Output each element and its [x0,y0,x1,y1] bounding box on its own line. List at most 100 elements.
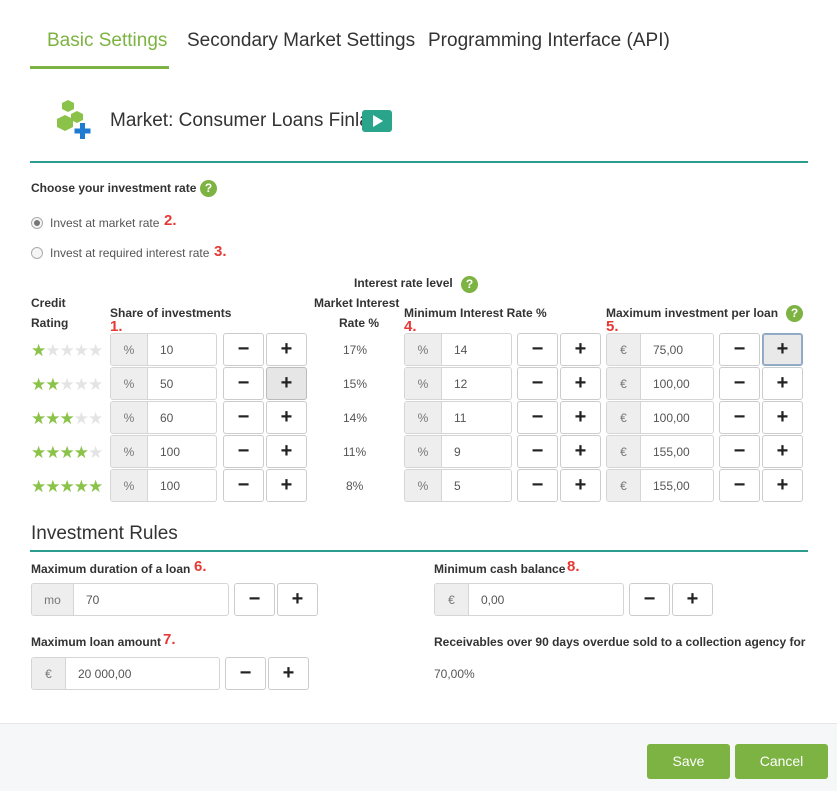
max-invest-minus-button-3[interactable]: − [719,401,760,434]
share-input-4[interactable]: % 100 [110,435,217,468]
euro-addon: € [607,470,641,501]
share-minus-button-4[interactable]: − [223,435,264,468]
euro-addon: € [607,334,641,365]
euro-addon: € [435,584,469,615]
max-duration-input[interactable]: mo 70 [31,583,229,616]
min-rate-minus-button-1[interactable]: − [517,333,558,366]
max-invest-input-4[interactable]: €155,00 [606,435,714,468]
share-plus-button-3[interactable]: + [266,401,307,434]
min-rate-input-4[interactable]: % 9 [404,435,512,468]
percent-addon: % [405,368,442,399]
max-loan-amount-plus-button[interactable]: + [268,657,309,690]
max-invest-minus-button-1[interactable]: − [719,333,760,366]
share-input-2[interactable]: % 50 [110,367,217,400]
cancel-button[interactable]: Cancel [735,744,828,779]
share-input-3[interactable]: % 60 [110,401,217,434]
share-minus-button-3[interactable]: − [223,401,264,434]
marker-7: 7. [163,631,176,648]
max-invest-minus-button-4[interactable]: − [719,435,760,468]
max-loan-amount-minus-button[interactable]: − [225,657,266,690]
min-rate-value[interactable]: 9 [442,436,511,467]
share-plus-button-1[interactable]: + [266,333,307,366]
min-rate-value[interactable]: 11 [442,402,511,433]
min-rate-plus-button-2[interactable]: + [560,367,601,400]
share-minus-button-5[interactable]: − [223,469,264,502]
max-loan-amount-input[interactable]: €20 000,00 [31,657,220,690]
play-video-button[interactable] [362,110,392,132]
max-invest-input-3[interactable]: €100,00 [606,401,714,434]
interest-rate-help-icon[interactable]: ? [461,276,478,293]
share-plus-button-4[interactable]: + [266,435,307,468]
investment-rate-help-icon[interactable]: ? [200,180,217,197]
max-invest-plus-button-1[interactable]: + [762,333,803,366]
min-rate-value[interactable]: 5 [442,470,511,501]
share-plus-button-2[interactable]: + [266,367,307,400]
active-tab-indicator [30,66,169,69]
max-invest-plus-button-2[interactable]: + [762,367,803,400]
min-cash-minus-button[interactable]: − [629,583,670,616]
investment-rate-heading: Choose your investment rate [31,181,197,195]
max-invest-value[interactable]: 155,00 [641,436,713,467]
min-rate-value[interactable]: 12 [442,368,511,399]
max-invest-input-5[interactable]: €155,00 [606,469,714,502]
min-rate-input-2[interactable]: % 12 [404,367,512,400]
share-plus-button-5[interactable]: + [266,469,307,502]
share-input-5[interactable]: % 100 [110,469,217,502]
max-invest-value[interactable]: 100,00 [641,368,713,399]
percent-addon: % [111,402,148,433]
min-cash-plus-button[interactable]: + [672,583,713,616]
min-rate-input-3[interactable]: % 11 [404,401,512,434]
tab-secondary-market-settings[interactable]: Secondary Market Settings [187,30,415,52]
share-value[interactable]: 60 [148,402,216,433]
min-rate-minus-button-2[interactable]: − [517,367,558,400]
max-invest-plus-button-4[interactable]: + [762,435,803,468]
share-input-1[interactable]: % 10 [110,333,217,366]
share-value[interactable]: 50 [148,368,216,399]
radio-required-rate[interactable] [31,247,43,259]
radio-market-rate-label[interactable]: Invest at market rate [50,216,159,230]
min-rate-plus-button-5[interactable]: + [560,469,601,502]
tab-basic-settings[interactable]: Basic Settings [47,30,167,52]
min-cash-value[interactable]: 0,00 [469,584,623,615]
min-cash-input[interactable]: €0,00 [434,583,624,616]
max-duration-value[interactable]: 70 [74,584,228,615]
max-invest-minus-button-2[interactable]: − [719,367,760,400]
min-cash-label: Minimum cash balance [434,562,566,576]
share-header: Share of investments [110,306,232,320]
min-rate-minus-button-4[interactable]: − [517,435,558,468]
min-rate-plus-button-3[interactable]: + [560,401,601,434]
max-duration-minus-button[interactable]: − [234,583,275,616]
market-rate-header-2: Rate % [339,316,380,330]
radio-market-rate[interactable] [31,217,43,229]
max-invest-input-2[interactable]: €100,00 [606,367,714,400]
marker-8: 8. [567,558,580,575]
percent-addon: % [405,436,442,467]
max-invest-help-icon[interactable]: ? [786,305,803,322]
save-button[interactable]: Save [647,744,730,779]
max-invest-input-1[interactable]: €75,00 [606,333,714,366]
min-rate-minus-button-5[interactable]: − [517,469,558,502]
min-rate-input-1[interactable]: % 14 [404,333,512,366]
max-invest-plus-button-3[interactable]: + [762,401,803,434]
radio-required-rate-label[interactable]: Invest at required interest rate [50,246,209,260]
max-invest-minus-button-5[interactable]: − [719,469,760,502]
min-rate-plus-button-1[interactable]: + [560,333,601,366]
max-duration-plus-button[interactable]: + [277,583,318,616]
share-minus-button-1[interactable]: − [223,333,264,366]
rating-stars-4: ★★★★★ [31,443,103,462]
max-invest-plus-button-5[interactable]: + [762,469,803,502]
share-value[interactable]: 100 [148,436,216,467]
max-invest-value[interactable]: 75,00 [641,334,713,365]
share-minus-button-2[interactable]: − [223,367,264,400]
tab-programming-interface[interactable]: Programming Interface (API) [428,30,670,52]
max-invest-header: Maximum investment per loan [606,306,779,320]
share-value[interactable]: 10 [148,334,216,365]
max-invest-value[interactable]: 155,00 [641,470,713,501]
share-value[interactable]: 100 [148,470,216,501]
min-rate-input-5[interactable]: % 5 [404,469,512,502]
min-rate-minus-button-3[interactable]: − [517,401,558,434]
max-loan-amount-value[interactable]: 20 000,00 [66,658,219,689]
max-invest-value[interactable]: 100,00 [641,402,713,433]
min-rate-value[interactable]: 14 [442,334,511,365]
min-rate-plus-button-4[interactable]: + [560,435,601,468]
